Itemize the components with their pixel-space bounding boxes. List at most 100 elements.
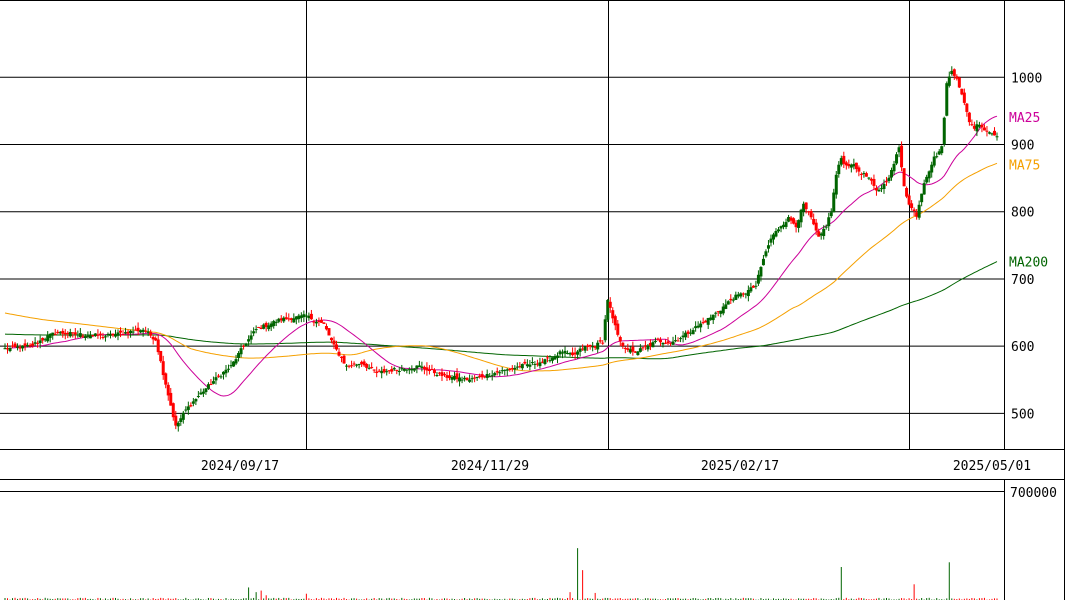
y-tick-label: 500 [1011, 407, 1034, 422]
candle-body [21, 345, 25, 349]
candle-body [749, 287, 753, 292]
candle-body [191, 401, 195, 404]
candle-body [857, 167, 861, 172]
stock-chart: 500 600 700 800 900 1000 2024/09/17 2024/11/29 2… [0, 0, 1065, 600]
candle-body [365, 363, 369, 368]
candle-body [764, 251, 768, 257]
candle-body [952, 69, 956, 76]
candle-body [967, 112, 971, 123]
candle-body [149, 332, 153, 336]
candle-body [724, 304, 728, 309]
candle-body [995, 136, 999, 138]
candle-body [435, 375, 439, 377]
volume-tick-label: 700000 [1010, 486, 1057, 501]
x-tick-label: 2025/02/17 [701, 459, 779, 474]
candle-body [804, 202, 808, 210]
candle-body [583, 346, 587, 351]
candle-body [777, 229, 781, 232]
candle-body [618, 337, 622, 342]
candle-body [357, 364, 361, 366]
candle-body [892, 163, 896, 172]
candle-body [859, 173, 863, 175]
candle-body [676, 340, 680, 342]
candle-body [370, 366, 374, 368]
candle-body [171, 403, 175, 418]
ma200-line [4, 261, 998, 360]
candle-body [390, 369, 394, 372]
candle-body [905, 187, 909, 197]
candle-body [412, 368, 416, 371]
candle-body [699, 323, 703, 328]
candle-body [867, 177, 871, 179]
chart-canvas: 500 600 700 800 900 1000 2024/09/17 2024/11/29 2… [0, 0, 1065, 600]
candle-body [189, 405, 193, 407]
candle-body [545, 357, 549, 359]
candle-body [319, 319, 323, 323]
candle-body [809, 211, 813, 218]
candle-body [181, 412, 185, 420]
candle-body [824, 226, 828, 228]
candle-body [638, 348, 642, 352]
candle-body [211, 381, 215, 384]
candle-body [827, 217, 831, 227]
candle-body [392, 368, 396, 370]
candle-body [726, 301, 730, 305]
candle-body [947, 76, 951, 86]
candle-body [588, 344, 592, 347]
candle-body [538, 362, 542, 367]
candle-body [935, 156, 939, 158]
candle-body [234, 359, 238, 364]
candle-body [556, 355, 560, 358]
candle-body [209, 384, 213, 386]
candle-body [621, 342, 625, 347]
candle-body [442, 373, 446, 375]
candle-body [272, 321, 276, 327]
candle-body [327, 328, 331, 336]
candle-body [53, 333, 57, 335]
candle-body [350, 365, 354, 367]
candle-body [196, 395, 200, 397]
candle-body [252, 331, 256, 334]
candle-body [636, 351, 640, 356]
candle-body [945, 83, 949, 116]
candle-body [942, 117, 946, 145]
candle-body [895, 154, 899, 164]
candle-body [156, 339, 160, 353]
moving-averages [4, 115, 998, 397]
candle-body [475, 376, 479, 378]
candle-body [766, 245, 770, 249]
ma-label-ma75: MA75 [1009, 158, 1040, 173]
candle-body [992, 130, 996, 136]
chart-frame [0, 0, 1065, 600]
candle-body [884, 181, 888, 183]
x-tick-label: 2024/09/17 [201, 459, 279, 474]
candle-body [485, 373, 489, 378]
candle-body [490, 375, 494, 377]
ma-label-ma200: MA200 [1009, 256, 1048, 271]
y-tick-label: 700 [1011, 273, 1034, 288]
y-tick-label: 800 [1011, 206, 1034, 221]
candle-body [98, 333, 102, 335]
candle-body [395, 369, 399, 371]
candle-body [186, 406, 190, 410]
candle-body [799, 209, 803, 223]
candle-body [329, 337, 333, 341]
candle-body [601, 342, 605, 344]
candle-body [488, 376, 492, 378]
candle-body [864, 173, 868, 177]
candle-body [641, 347, 645, 349]
candle-body [219, 376, 223, 378]
candle-body [985, 130, 989, 132]
candle-body [957, 77, 961, 88]
candle-body [543, 359, 547, 365]
candle-body [493, 373, 497, 376]
candle-body [164, 373, 168, 385]
candle-body [832, 192, 836, 213]
candle-body [335, 344, 339, 350]
candle-body [528, 364, 532, 367]
candle-body [397, 370, 401, 372]
candle-body [917, 204, 921, 218]
candle-body [651, 342, 655, 348]
candle-body [759, 267, 763, 277]
candle-body [910, 203, 914, 209]
